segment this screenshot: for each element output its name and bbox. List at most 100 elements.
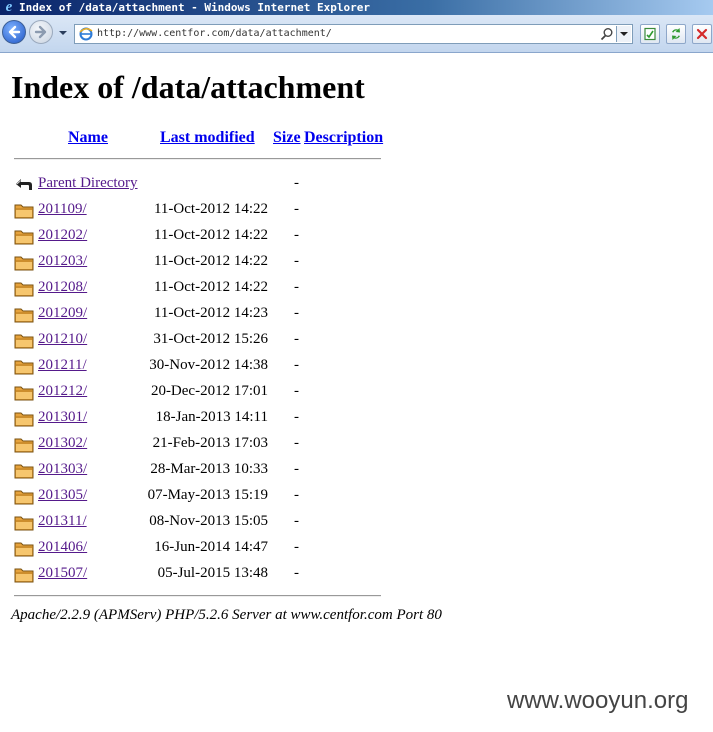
size-cell: - — [294, 409, 299, 425]
folder-icon — [14, 256, 34, 271]
window-title-bar: e Index of /data/attachment - Windows Int… — [0, 0, 713, 15]
ie-page-icon — [79, 27, 93, 41]
recent-pages-dropdown[interactable] — [58, 28, 68, 38]
size-cell: - — [294, 383, 299, 399]
last-modified-cell: 16-Jun-2014 14:47 — [154, 539, 268, 555]
folder-icon — [14, 360, 34, 375]
column-header-description[interactable]: Description — [304, 129, 383, 147]
folder-link[interactable]: 201208/ — [38, 279, 87, 296]
table-row: 201406/16-Jun-2014 14:47 - — [0, 535, 400, 561]
parent-directory-link[interactable]: Parent Directory — [38, 175, 138, 192]
address-url[interactable]: http://www.centfor.com/data/attachment/ — [97, 25, 332, 43]
column-header-name[interactable]: Name — [68, 129, 108, 147]
address-dropdown-button[interactable] — [616, 26, 631, 42]
table-row: 201212/20-Dec-2012 17:01 - — [0, 379, 400, 405]
size-cell: - — [294, 539, 299, 555]
watermark: www.wooyun.org — [507, 687, 689, 714]
table-row: 201302/21-Feb-2013 17:03 - — [0, 431, 400, 457]
refresh-icon — [672, 28, 680, 40]
back-button[interactable] — [2, 20, 26, 44]
table-row: 201109/11-Oct-2012 14:22 - — [0, 197, 400, 223]
folder-icon — [14, 386, 34, 401]
table-row: 201208/11-Oct-2012 14:22 - — [0, 275, 400, 301]
folder-link[interactable]: 201305/ — [38, 487, 87, 504]
folder-link[interactable]: 201210/ — [38, 331, 87, 348]
size-cell: - — [294, 461, 299, 477]
back-arrow-icon — [8, 25, 21, 39]
folder-icon — [14, 516, 34, 531]
page-title: Index of /data/attachment — [11, 69, 365, 105]
folder-link[interactable]: 201211/ — [38, 357, 87, 374]
search-icon[interactable] — [600, 27, 614, 41]
folder-link[interactable]: 201507/ — [38, 565, 87, 582]
folder-icon — [14, 204, 34, 219]
folder-link[interactable]: 201202/ — [38, 227, 87, 244]
size-cell: - — [294, 357, 299, 373]
stop-button[interactable] — [692, 24, 712, 44]
last-modified-cell: 07-May-2013 15:19 — [147, 487, 268, 503]
folder-icon — [14, 568, 34, 583]
folder-icon — [14, 230, 34, 245]
compatibility-view-button[interactable] — [640, 24, 660, 44]
stop-icon — [696, 28, 708, 40]
ie-logo-icon: e — [5, 0, 13, 15]
folder-link[interactable]: 201303/ — [38, 461, 87, 478]
last-modified-cell: 30-Nov-2012 14:38 — [149, 357, 268, 373]
folder-link[interactable]: 201109/ — [38, 201, 87, 218]
last-modified-cell: 21-Feb-2013 17:03 — [152, 435, 268, 451]
size-cell: - — [294, 227, 299, 243]
table-row: 201203/11-Oct-2012 14:22 - — [0, 249, 400, 275]
last-modified-cell: 31-Oct-2012 15:26 — [153, 331, 268, 347]
table-row: 201202/11-Oct-2012 14:22 - — [0, 223, 400, 249]
server-signature: Apache/2.2.9 (APMServ) PHP/5.2.6 Server … — [11, 607, 442, 623]
address-bar[interactable]: http://www.centfor.com/data/attachment/ — [74, 24, 633, 44]
column-header-last-modified[interactable]: Last modified — [160, 129, 255, 147]
folder-icon — [14, 464, 34, 479]
size-cell: - — [294, 279, 299, 295]
folder-link[interactable]: 201209/ — [38, 305, 87, 322]
folder-icon — [14, 438, 34, 453]
last-modified-cell: 20-Dec-2012 17:01 — [150, 383, 268, 399]
size-cell: - — [294, 253, 299, 269]
folder-link[interactable]: 201302/ — [38, 435, 87, 452]
column-header-size[interactable]: Size — [273, 129, 301, 147]
header-divider — [14, 158, 381, 160]
window-title: Index of /data/attachment - Windows Inte… — [19, 1, 370, 14]
folder-link[interactable]: 201212/ — [38, 383, 87, 400]
forward-button[interactable] — [29, 20, 53, 44]
folder-link[interactable]: 201406/ — [38, 539, 87, 556]
table-row: 201507/05-Jul-2015 13:48 - — [0, 561, 400, 587]
footer-divider — [14, 595, 381, 597]
folder-link[interactable]: 201301/ — [38, 409, 87, 426]
forward-arrow-icon — [34, 25, 47, 39]
refresh-button[interactable] — [666, 24, 686, 44]
table-row: 201305/07-May-2013 15:19 - — [0, 483, 400, 509]
size-cell: - — [294, 565, 299, 581]
parent-directory-icon — [16, 179, 32, 190]
table-row: 201209/11-Oct-2012 14:23 - — [0, 301, 400, 327]
parent-directory-size: - — [294, 175, 299, 191]
folder-link[interactable]: 201311/ — [38, 513, 87, 530]
last-modified-cell: 11-Oct-2012 14:22 — [153, 253, 268, 269]
size-cell: - — [294, 331, 299, 347]
table-row: 201210/31-Oct-2012 15:26 - — [0, 327, 400, 353]
size-cell: - — [294, 513, 299, 529]
last-modified-cell: 28-Mar-2013 10:33 — [150, 461, 268, 477]
size-cell: - — [294, 435, 299, 451]
table-row: 201311/08-Nov-2013 15:05 - — [0, 509, 400, 535]
folder-icon — [14, 412, 34, 427]
parent-directory-row: Parent Directory - — [0, 171, 400, 197]
last-modified-cell: 08-Nov-2013 15:05 — [149, 513, 268, 529]
folder-icon — [14, 282, 34, 297]
folder-icon — [14, 334, 34, 349]
compatibility-icon — [644, 27, 656, 41]
last-modified-cell: 11-Oct-2012 14:22 — [153, 227, 268, 243]
size-cell: - — [294, 487, 299, 503]
last-modified-cell: 11-Oct-2012 14:22 — [153, 201, 268, 217]
chevron-down-icon — [620, 32, 628, 36]
folder-icon — [14, 308, 34, 323]
browser-toolbar: http://www.centfor.com/data/attachment/ — [0, 15, 713, 53]
folder-icon — [14, 542, 34, 557]
last-modified-cell: 05-Jul-2015 13:48 — [157, 565, 268, 581]
folder-link[interactable]: 201203/ — [38, 253, 87, 270]
